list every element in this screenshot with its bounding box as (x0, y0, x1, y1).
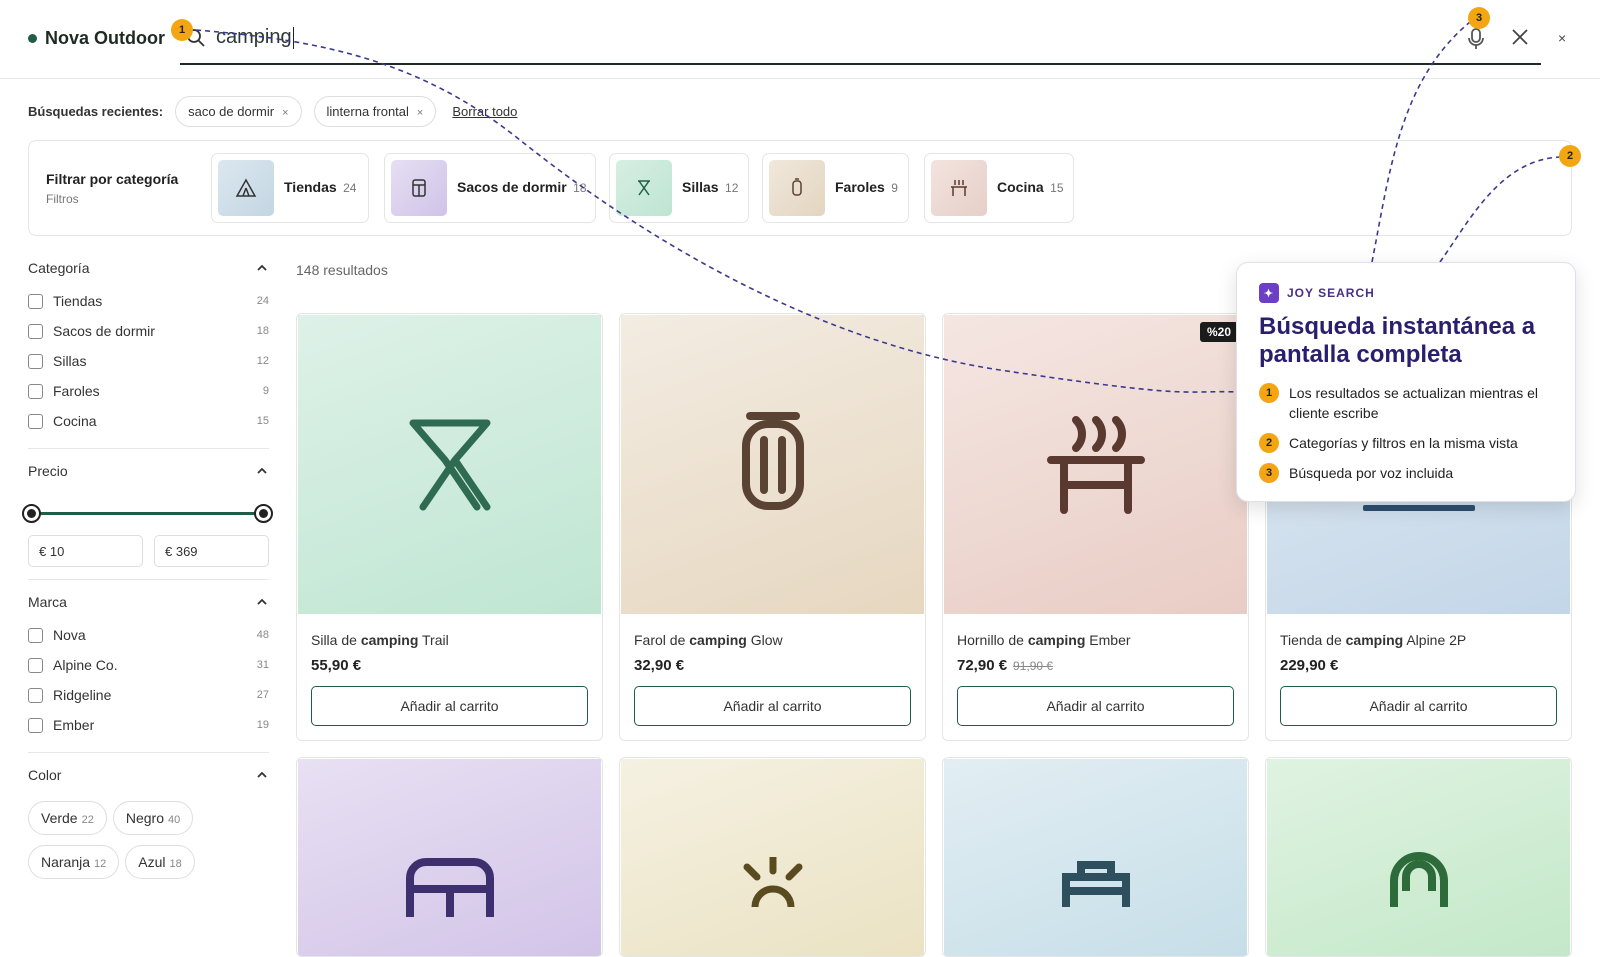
callout-brand: ✦ JOY SEARCH (1259, 283, 1553, 303)
callout-bullet: 3 Búsqueda por voz incluida (1259, 463, 1553, 483)
callout-title: Búsqueda instantánea a pantalla completa (1259, 313, 1536, 368)
annotation-marker: 1 (171, 19, 193, 41)
annotation-marker: 2 (1559, 145, 1581, 167)
callout-bullet: 1 Los resultados se actualizan mientras e… (1259, 383, 1553, 423)
sparkle-icon: ✦ (1259, 283, 1279, 303)
callout-bullet: 2 Categorías y filtros en la misma vista (1259, 433, 1553, 453)
feature-callout: ✦ JOY SEARCH Búsqueda instantánea a panta… (1236, 262, 1576, 502)
annotation-marker: 3 (1468, 7, 1490, 29)
